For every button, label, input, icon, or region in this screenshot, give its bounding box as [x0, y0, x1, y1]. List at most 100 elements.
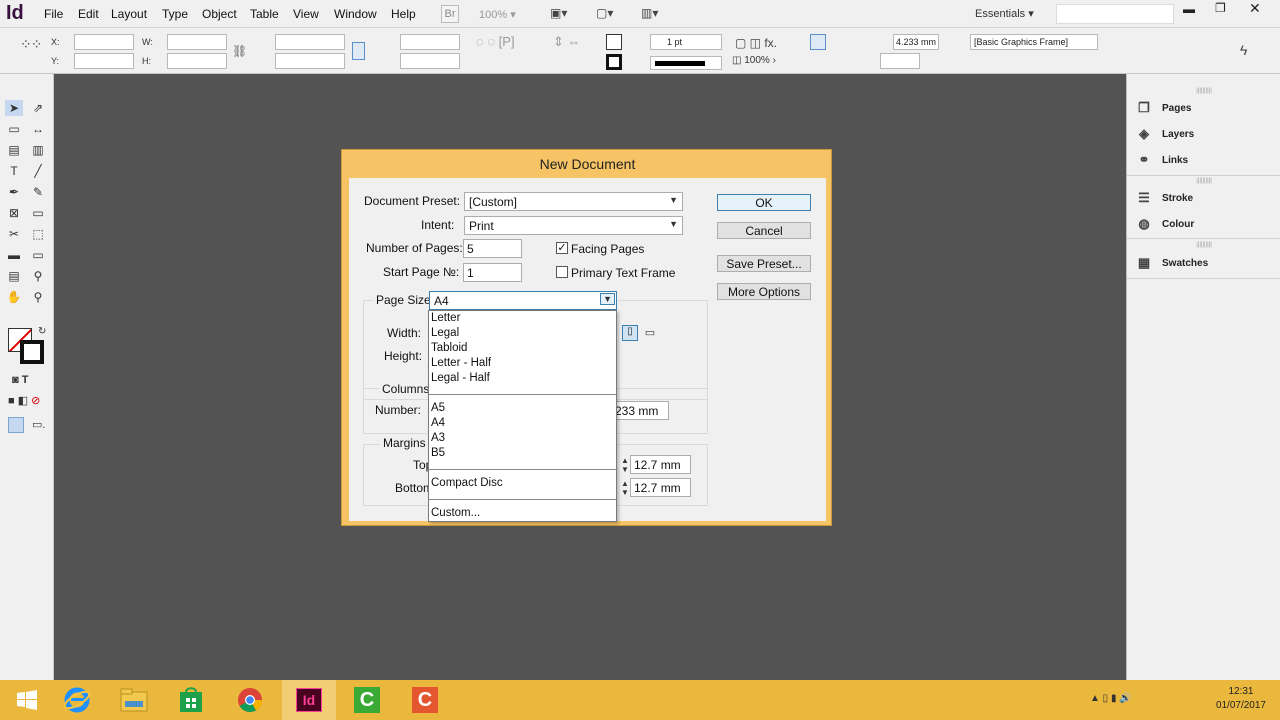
normal-view-icon[interactable] [8, 417, 24, 433]
note-tool-icon[interactable]: ▤ [5, 268, 23, 284]
line-tool-icon[interactable]: ╱ [29, 163, 47, 179]
panel-swatches[interactable]: ▦ Swatches [1135, 252, 1208, 274]
gap-tool-icon[interactable]: ↔ [29, 121, 47, 137]
type-tool-icon[interactable]: T [5, 163, 23, 179]
option-letter[interactable]: Letter [431, 311, 460, 326]
pages-input[interactable]: 5 [463, 239, 522, 258]
stroke-type-select[interactable] [650, 56, 722, 70]
scale-y-input[interactable] [275, 53, 345, 69]
gutter-input[interactable]: 233 mm [611, 401, 669, 420]
more-options-button[interactable]: More Options [717, 283, 811, 300]
menu-type[interactable]: Type [162, 7, 188, 21]
reference-point-icon[interactable]: ⁘⁘ [20, 36, 42, 53]
constrain-icon[interactable]: ⛓ [232, 44, 247, 58]
menu-table[interactable]: Table [250, 7, 279, 21]
stroke-color-icon[interactable] [20, 340, 44, 364]
panel-links[interactable]: ⚭ Links [1135, 149, 1189, 171]
shear-input[interactable] [400, 53, 460, 69]
option-letter-half[interactable]: Letter - Half [431, 356, 491, 371]
indesign-icon[interactable]: Id [282, 680, 336, 720]
landscape-orientation-icon[interactable]: ▭ [642, 326, 658, 342]
scissors-tool-icon[interactable]: ✂ [5, 226, 23, 242]
menu-help[interactable]: Help [391, 7, 416, 21]
camtasia-recorder-icon[interactable]: C [340, 680, 394, 720]
option-a4[interactable]: A4 [431, 416, 445, 431]
width-input[interactable] [167, 34, 227, 50]
selection-tool-icon[interactable]: ➤ [5, 100, 23, 116]
page-tool-icon[interactable]: ▭ [5, 121, 23, 137]
rectangle-tool-icon[interactable]: ▭ [29, 205, 47, 221]
panel-layers[interactable]: ◈ Layers [1135, 123, 1194, 145]
zoom-level[interactable]: 100% ▾ [479, 8, 516, 21]
preview-mode-icon[interactable]: ▭. [32, 418, 45, 431]
option-legal-half[interactable]: Legal - Half [431, 371, 490, 386]
gradient-swatch-tool-icon[interactable]: ▬ [5, 247, 23, 263]
gradient-feather-tool-icon[interactable]: ▭ [29, 247, 47, 263]
option-custom[interactable]: Custom... [431, 506, 480, 521]
rotate-input[interactable] [400, 34, 460, 50]
close-icon[interactable]: ✕ [1249, 0, 1261, 17]
option-tabloid[interactable]: Tabloid [431, 341, 467, 356]
panel-stroke[interactable]: ☰ Stroke [1135, 187, 1193, 209]
menu-object[interactable]: Object [202, 7, 237, 21]
minimize-icon[interactable]: ▬ [1183, 2, 1195, 16]
option-legal[interactable]: Legal [431, 326, 459, 341]
menu-file[interactable]: File [44, 7, 63, 21]
rectangle-frame-tool-icon[interactable]: ⊠ [5, 205, 23, 221]
rotate-icons[interactable]: ◌ ◌ [P] [476, 34, 515, 49]
panel-pages[interactable]: ❐ Pages [1135, 97, 1191, 119]
stroke-swatch-icon[interactable] [606, 54, 622, 70]
menu-layout[interactable]: Layout [111, 7, 147, 21]
screen-mode-icon[interactable]: ▢▾ [596, 6, 613, 20]
option-b5[interactable]: B5 [431, 446, 445, 461]
apply-color-icons[interactable]: ■ ◧ ⊘ [8, 394, 40, 407]
wrap-icon[interactable] [810, 34, 826, 50]
primary-text-frame-checkbox[interactable] [556, 266, 568, 278]
cancel-button[interactable]: Cancel [717, 222, 811, 239]
intent-select[interactable]: Print ▼ [464, 216, 683, 235]
panel-grip[interactable]: |||||||||| [1127, 88, 1280, 94]
zoom-tool-icon[interactable]: ⚲ [29, 289, 47, 305]
margin-top-input[interactable]: 12.7 mm [630, 455, 691, 474]
facing-pages-checkbox[interactable]: ✓ [556, 242, 568, 254]
camtasia-studio-icon[interactable]: C [398, 680, 452, 720]
pen-tool-icon[interactable]: ✒ [5, 184, 23, 200]
margin-bottom-input[interactable]: 12.7 mm [630, 478, 691, 497]
file-explorer-icon[interactable] [107, 680, 161, 720]
content-collector-icon[interactable]: ▤ [5, 142, 23, 158]
portrait-orientation-icon[interactable]: ▯ [622, 325, 638, 341]
formatting-affects-icon[interactable]: ◙ T [12, 374, 28, 386]
flip-icons[interactable]: ⇕ ⇔ [553, 34, 581, 50]
panel-colour[interactable]: ◍ Colour [1135, 213, 1194, 235]
stroke-weight-select[interactable]: 1 pt [650, 34, 722, 50]
scale-x-input[interactable] [275, 34, 345, 50]
stepper-icon[interactable]: ▲ ▼ [621, 456, 629, 474]
free-transform-tool-icon[interactable]: ⬚ [29, 226, 47, 242]
fill-swatch-icon[interactable] [606, 34, 622, 50]
store-icon[interactable] [164, 680, 218, 720]
menu-edit[interactable]: Edit [78, 7, 99, 21]
view-options-icon[interactable]: ▣▾ [550, 6, 567, 20]
search-field[interactable] [1056, 4, 1174, 24]
effects-icons[interactable]: ▢ ◫ fx. [735, 36, 777, 50]
restore-icon[interactable]: ❐ [1215, 1, 1226, 15]
constrain-scale-icon[interactable] [352, 42, 365, 60]
align-select[interactable] [880, 53, 920, 69]
hand-tool-icon[interactable]: ✋ [5, 289, 23, 305]
system-tray-icons[interactable]: ▲ ▯ ▮ 🔊 [1090, 693, 1132, 704]
swap-colors-icon[interactable]: ↻ [38, 326, 46, 337]
pencil-tool-icon[interactable]: ✎ [29, 184, 47, 200]
windows-start-icon[interactable] [0, 680, 54, 720]
bridge-button[interactable]: Br [441, 5, 459, 23]
content-placer-icon[interactable]: ▥ [29, 142, 47, 158]
lightning-icon[interactable]: ϟ [1240, 42, 1247, 58]
start-page-input[interactable]: 1 [463, 263, 522, 282]
offset-input[interactable]: 4.233 mm [893, 34, 939, 50]
height-input[interactable] [167, 53, 227, 69]
panel-grip[interactable]: |||||||||| [1127, 242, 1280, 248]
option-a3[interactable]: A3 [431, 431, 445, 446]
option-a5[interactable]: A5 [431, 401, 445, 416]
ok-button[interactable]: OK [717, 194, 811, 211]
stepper-icon[interactable]: ▲ ▼ [621, 479, 629, 497]
save-preset-button[interactable]: Save Preset... [717, 255, 811, 272]
